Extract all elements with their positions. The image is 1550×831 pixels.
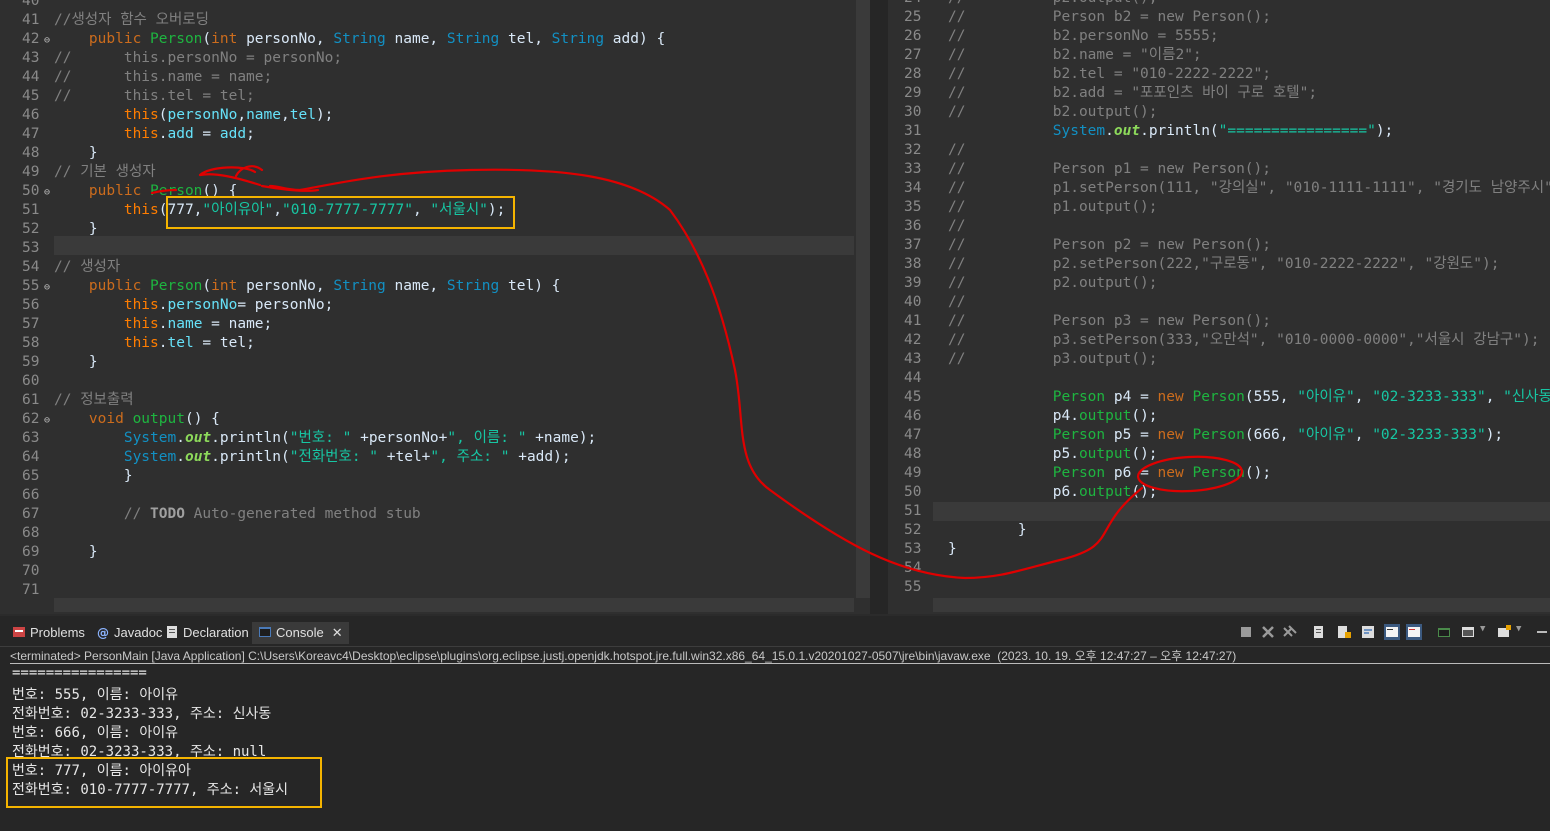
annotation-circle — [1136, 455, 1244, 493]
annotation-arrow-head — [198, 166, 320, 192]
annotation-underline — [150, 188, 178, 195]
annotation-arrow-curve — [268, 168, 1144, 580]
annotation-overlay — [150, 165, 1244, 580]
